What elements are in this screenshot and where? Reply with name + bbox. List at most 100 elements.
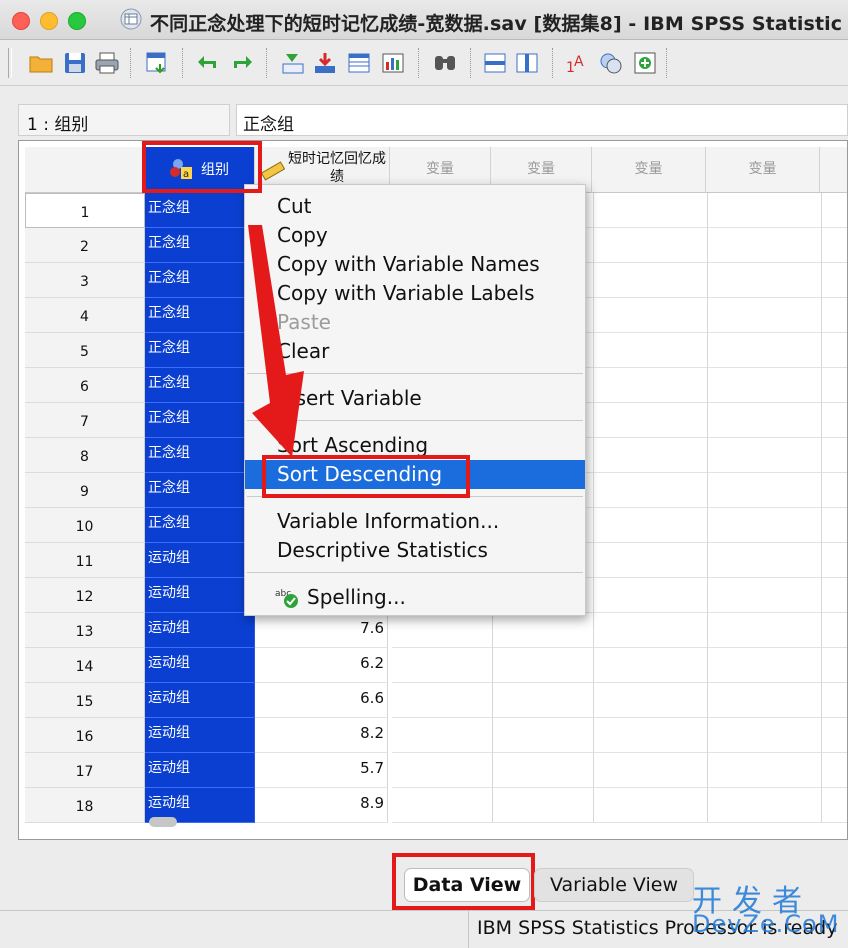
cell-empty[interactable] <box>822 508 847 543</box>
row-header[interactable]: 12 <box>25 578 145 613</box>
cell-empty[interactable] <box>392 718 493 753</box>
row-header[interactable]: 11 <box>25 543 145 578</box>
cell-empty[interactable] <box>822 788 847 823</box>
cell-empty[interactable] <box>594 683 708 718</box>
cell-empty[interactable] <box>392 753 493 788</box>
menu-item-variable-information[interactable]: Variable Information... <box>245 507 585 536</box>
horizontal-scrollbar-thumb[interactable] <box>149 817 177 827</box>
cell-empty[interactable] <box>822 298 847 333</box>
row-header[interactable]: 2 <box>25 228 145 263</box>
cell-empty[interactable] <box>594 263 708 298</box>
cell-score[interactable]: 6.6 <box>255 683 388 718</box>
cell-empty[interactable] <box>708 368 822 403</box>
cell-group[interactable]: 正念组 <box>145 193 255 228</box>
cell-score[interactable]: 5.7 <box>255 753 388 788</box>
print-icon[interactable] <box>94 50 120 76</box>
cell-empty[interactable] <box>708 788 822 823</box>
cell-empty[interactable] <box>594 578 708 613</box>
cell-empty[interactable] <box>708 753 822 788</box>
cell-empty[interactable] <box>822 193 847 228</box>
row-header[interactable]: 18 <box>25 788 145 823</box>
redo-icon[interactable] <box>228 50 254 76</box>
variables-icon[interactable] <box>346 50 372 76</box>
column-header-empty-variable[interactable]: 变量 <box>592 147 706 193</box>
cell-empty[interactable] <box>822 648 847 683</box>
row-header[interactable]: 14 <box>25 648 145 683</box>
cell-empty[interactable] <box>822 368 847 403</box>
cell-empty[interactable] <box>822 753 847 788</box>
cell-group[interactable]: 运动组 <box>145 718 255 753</box>
find-icon[interactable] <box>432 50 458 76</box>
cell-empty[interactable] <box>594 718 708 753</box>
cell-group[interactable]: 运动组 <box>145 578 255 613</box>
cell-empty[interactable] <box>708 403 822 438</box>
cell-score[interactable]: 6.2 <box>255 648 388 683</box>
cell-empty[interactable] <box>594 753 708 788</box>
row-header[interactable]: 8 <box>25 438 145 473</box>
cell-empty[interactable] <box>493 648 594 683</box>
run-descriptives-icon[interactable] <box>380 50 406 76</box>
row-header[interactable]: 17 <box>25 753 145 788</box>
cell-empty[interactable] <box>708 508 822 543</box>
cell-empty[interactable] <box>594 508 708 543</box>
cell-empty[interactable] <box>594 193 708 228</box>
menu-item-cut[interactable]: Cut <box>245 192 585 221</box>
row-header[interactable]: 5 <box>25 333 145 368</box>
cell-empty[interactable] <box>822 403 847 438</box>
cell-empty[interactable] <box>708 543 822 578</box>
cell-empty[interactable] <box>392 613 493 648</box>
split-file-icon[interactable] <box>632 50 658 76</box>
row-header[interactable]: 16 <box>25 718 145 753</box>
cell-empty[interactable] <box>392 648 493 683</box>
cell-value-editor[interactable]: 正念组 <box>236 104 848 136</box>
column-header-empty-variable[interactable] <box>820 147 847 193</box>
cell-empty[interactable] <box>594 298 708 333</box>
row-header[interactable]: 7 <box>25 403 145 438</box>
corner-cell[interactable] <box>25 147 145 193</box>
cell-empty[interactable] <box>708 193 822 228</box>
undo-icon[interactable] <box>196 50 222 76</box>
cell-empty[interactable] <box>822 543 847 578</box>
cell-empty[interactable] <box>822 228 847 263</box>
cell-empty[interactable] <box>594 368 708 403</box>
cell-group[interactable]: 正念组 <box>145 228 255 263</box>
cell-empty[interactable] <box>822 578 847 613</box>
close-window-button[interactable] <box>12 12 30 30</box>
cell-group[interactable]: 运动组 <box>145 683 255 718</box>
cell-empty[interactable] <box>822 683 847 718</box>
cell-empty[interactable] <box>822 263 847 298</box>
save-icon[interactable] <box>62 50 88 76</box>
insert-cases-icon[interactable] <box>482 50 508 76</box>
cell-empty[interactable] <box>594 228 708 263</box>
tab-variable-view[interactable]: Variable View <box>534 868 694 902</box>
cell-empty[interactable] <box>594 788 708 823</box>
cell-empty[interactable] <box>708 683 822 718</box>
cell-score[interactable]: 7.6 <box>255 613 388 648</box>
insert-variable-icon[interactable] <box>514 50 540 76</box>
cell-empty[interactable] <box>708 298 822 333</box>
row-header[interactable]: 4 <box>25 298 145 333</box>
column-header-empty-variable[interactable]: 变量 <box>706 147 820 193</box>
cell-empty[interactable] <box>708 263 822 298</box>
row-header[interactable]: 9 <box>25 473 145 508</box>
cell-group[interactable]: 运动组 <box>145 753 255 788</box>
cell-group[interactable]: 正念组 <box>145 473 255 508</box>
cell-empty[interactable] <box>708 578 822 613</box>
row-header[interactable]: 6 <box>25 368 145 403</box>
value-labels-icon[interactable]: 1A <box>564 50 590 76</box>
minimize-window-button[interactable] <box>40 12 58 30</box>
row-header[interactable]: 1 <box>25 193 145 228</box>
cell-empty[interactable] <box>594 403 708 438</box>
cell-empty[interactable] <box>708 648 822 683</box>
cell-group[interactable]: 运动组 <box>145 543 255 578</box>
cell-empty[interactable] <box>392 788 493 823</box>
recall-dialog-icon[interactable] <box>144 50 170 76</box>
cell-empty[interactable] <box>493 753 594 788</box>
goto-case-icon[interactable] <box>280 50 306 76</box>
cell-empty[interactable] <box>493 683 594 718</box>
menu-item-descriptive-statistics[interactable]: Descriptive Statistics <box>245 536 585 565</box>
cell-group[interactable]: 正念组 <box>145 263 255 298</box>
cell-group[interactable]: 运动组 <box>145 613 255 648</box>
cell-group[interactable]: 正念组 <box>145 403 255 438</box>
cell-score[interactable]: 8.2 <box>255 718 388 753</box>
